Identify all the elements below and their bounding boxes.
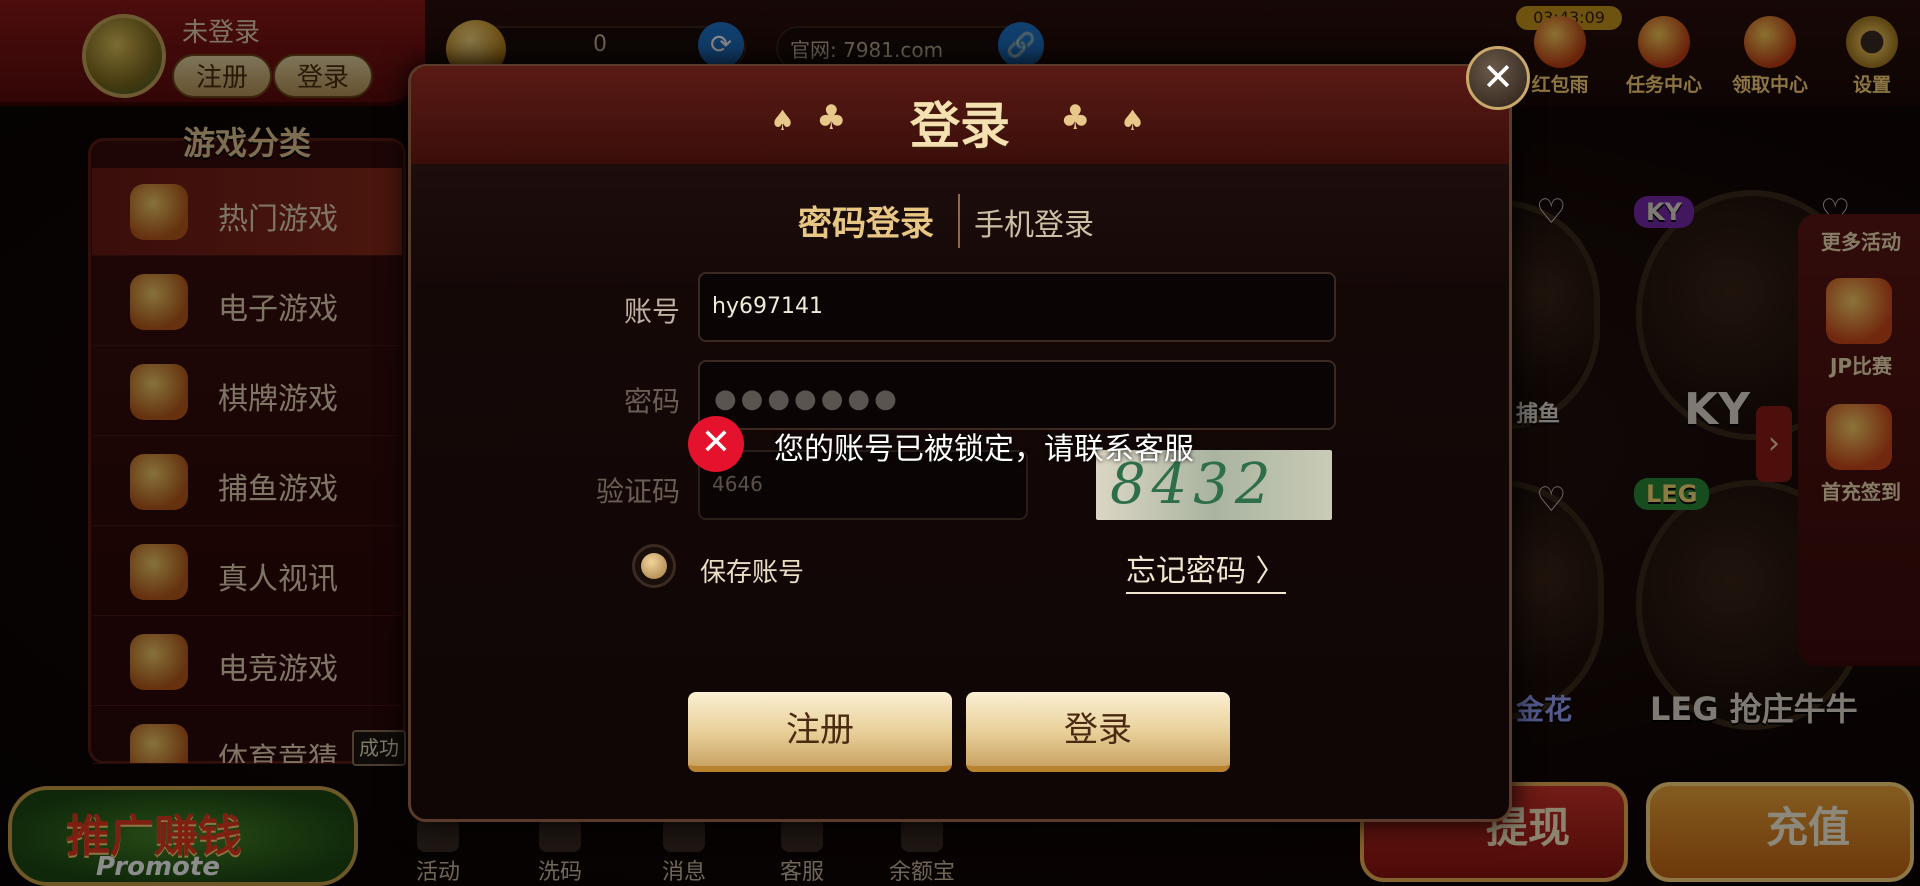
login-modal-title: 登录 bbox=[910, 97, 1010, 155]
password-mask: ●●●●●●● bbox=[714, 384, 901, 414]
captcha-value: 4646 bbox=[712, 472, 763, 496]
close-icon[interactable]: ✕ bbox=[1466, 46, 1530, 110]
save-account-radio[interactable] bbox=[632, 544, 676, 588]
login-button[interactable]: 登录 bbox=[966, 692, 1230, 772]
account-label: 账号 bbox=[623, 295, 680, 328]
club-icon: ♣ bbox=[816, 98, 847, 138]
spade-icon: ♠ bbox=[770, 104, 796, 137]
spade-icon: ♠ bbox=[1120, 104, 1146, 137]
error-toast-message: 您的账号已被锁定，请联系客服 bbox=[774, 432, 1194, 467]
error-icon: ✕ bbox=[688, 416, 744, 472]
app-screen: 未登录 注册 登录 0 ⟳ 官网: 7981.com 🔗 03:43:09 红包… bbox=[0, 0, 1920, 886]
tab-phone-login[interactable]: 手机登录 bbox=[974, 200, 1094, 244]
tab-password-login[interactable]: 密码登录 bbox=[798, 196, 934, 245]
tab-divider bbox=[958, 194, 960, 248]
password-label: 密码 bbox=[623, 385, 680, 418]
forgot-password-link[interactable]: 忘记密码 〉 bbox=[1126, 546, 1286, 594]
save-account-label: 保存账号 bbox=[700, 558, 805, 588]
captcha-label: 验证码 bbox=[595, 475, 680, 508]
account-value: hy697141 bbox=[712, 294, 823, 319]
radio-dot bbox=[641, 553, 667, 579]
register-button[interactable]: 注册 bbox=[688, 692, 952, 772]
club-icon: ♣ bbox=[1060, 98, 1091, 138]
